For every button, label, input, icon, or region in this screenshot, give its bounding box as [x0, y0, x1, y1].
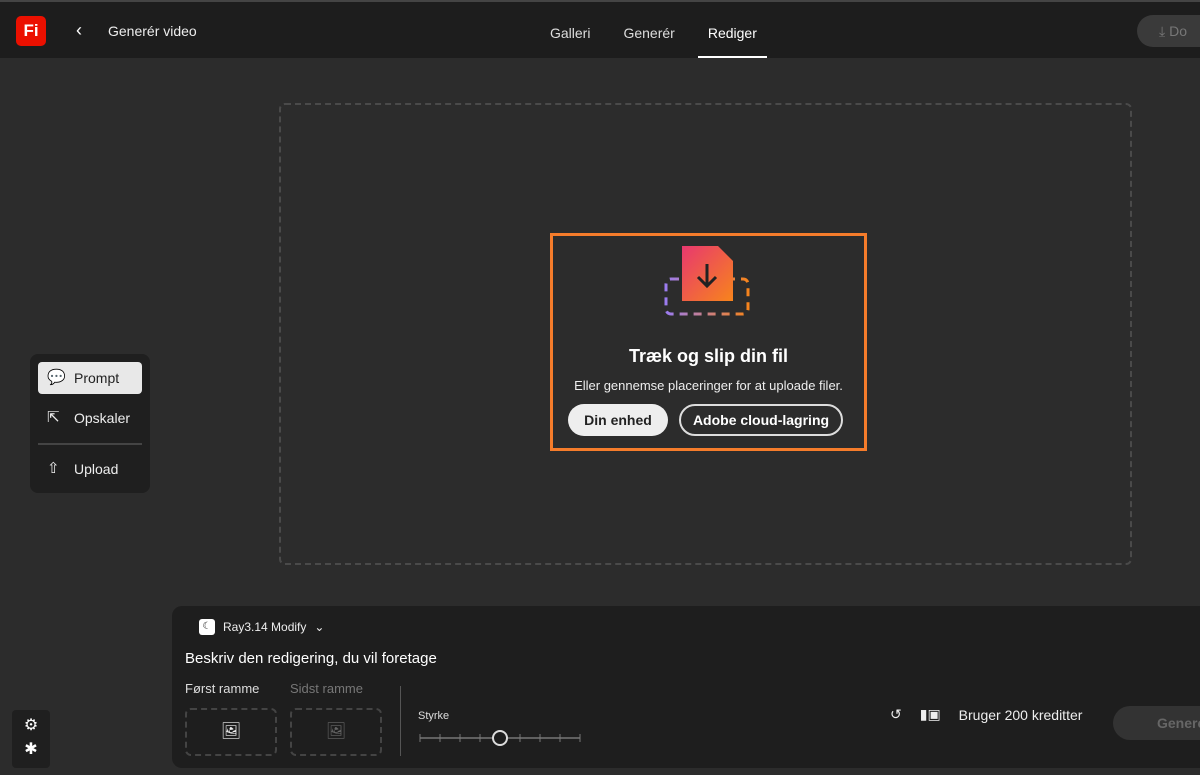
generate-label: Generé	[1157, 715, 1200, 731]
credits-text: Bruger 200 kreditter	[958, 706, 1083, 723]
gear-icon[interactable]: ⚙	[12, 714, 50, 738]
generate-button[interactable]: Generé	[1113, 706, 1200, 740]
adobe-cloud-button[interactable]: Adobe cloud-lagring	[679, 404, 843, 436]
file-upload-icon	[664, 246, 750, 316]
sidebar-item-label: Upload	[74, 461, 119, 477]
strength-slider[interactable]	[418, 730, 582, 746]
last-frame-slot[interactable]: 🖼	[290, 708, 382, 756]
nav-tabs: Galleri Generér Rediger	[540, 2, 780, 60]
first-frame-slot[interactable]: 🖼	[185, 708, 277, 756]
prompt-panel: ☾ Ray3.14 Modify ⌄ Beskriv den redigering,…	[172, 606, 1200, 768]
tab-generer[interactable]: Generér	[613, 2, 684, 58]
tab-rediger[interactable]: Rediger	[697, 2, 767, 58]
strength-label: Styrke	[418, 710, 450, 722]
sidebar-item-label: Prompt	[74, 370, 120, 386]
sidebar-item-label: Opskaler	[74, 410, 131, 426]
add-image-icon: 🖼	[220, 723, 242, 740]
bug-icon[interactable]: ✱	[12, 738, 50, 762]
upload-icon: ⇧	[47, 460, 60, 477]
sidebar-item-prompt[interactable]: 💬 Prompt	[38, 362, 142, 394]
page-title: Generér video	[108, 23, 197, 39]
slider-handle[interactable]	[492, 730, 508, 746]
history-icon[interactable]: ↺	[890, 706, 902, 723]
first-frame-label: Først ramme	[185, 681, 260, 696]
tab-galleri[interactable]: Galleri	[540, 2, 600, 58]
firefly-logo[interactable]: Fi	[16, 16, 46, 46]
download-icon: ⤓	[1159, 23, 1170, 39]
download-label: Do	[1169, 23, 1187, 39]
tool-sidebar: 💬 Prompt ⇱ Opskaler ⇧ Upload	[30, 354, 150, 493]
divider	[38, 443, 142, 445]
download-button[interactable]: ⤓ Do	[1137, 15, 1200, 47]
upload-panel: Træk og slip din fil Eller gennemse plac…	[550, 233, 867, 451]
prompt-input[interactable]: Beskriv den redigering, du vil foretage	[185, 650, 437, 667]
model-icon: ☾	[199, 619, 215, 635]
add-image-icon: 🖼	[325, 723, 347, 740]
drop-subtext: Eller gennemse placeringer for at upload…	[574, 378, 843, 393]
drop-heading: Træk og slip din fil	[628, 346, 788, 366]
your-device-button[interactable]: Din enhed	[568, 404, 668, 436]
upscale-icon: ⇱	[47, 409, 60, 426]
credits-icon: ▮▣	[919, 706, 941, 722]
sidebar-item-upload[interactable]: ⇧ Upload	[38, 453, 142, 485]
back-chevron-icon[interactable]: ‹	[76, 20, 82, 41]
model-name: Ray3.14 Modify	[223, 620, 307, 634]
divider	[400, 686, 401, 756]
debug-tools: ⚙ ✱	[12, 710, 50, 768]
prompt-icon: 💬	[47, 369, 66, 386]
model-selector[interactable]: ☾ Ray3.14 Modify ⌄	[199, 619, 324, 635]
last-frame-label: Sidst ramme	[290, 681, 363, 696]
top-bar: Fi ‹ Generér video Galleri Generér Redig…	[0, 0, 1200, 58]
sidebar-item-opskaler[interactable]: ⇱ Opskaler	[38, 402, 142, 434]
chevron-down-icon: ⌄	[314, 620, 325, 634]
